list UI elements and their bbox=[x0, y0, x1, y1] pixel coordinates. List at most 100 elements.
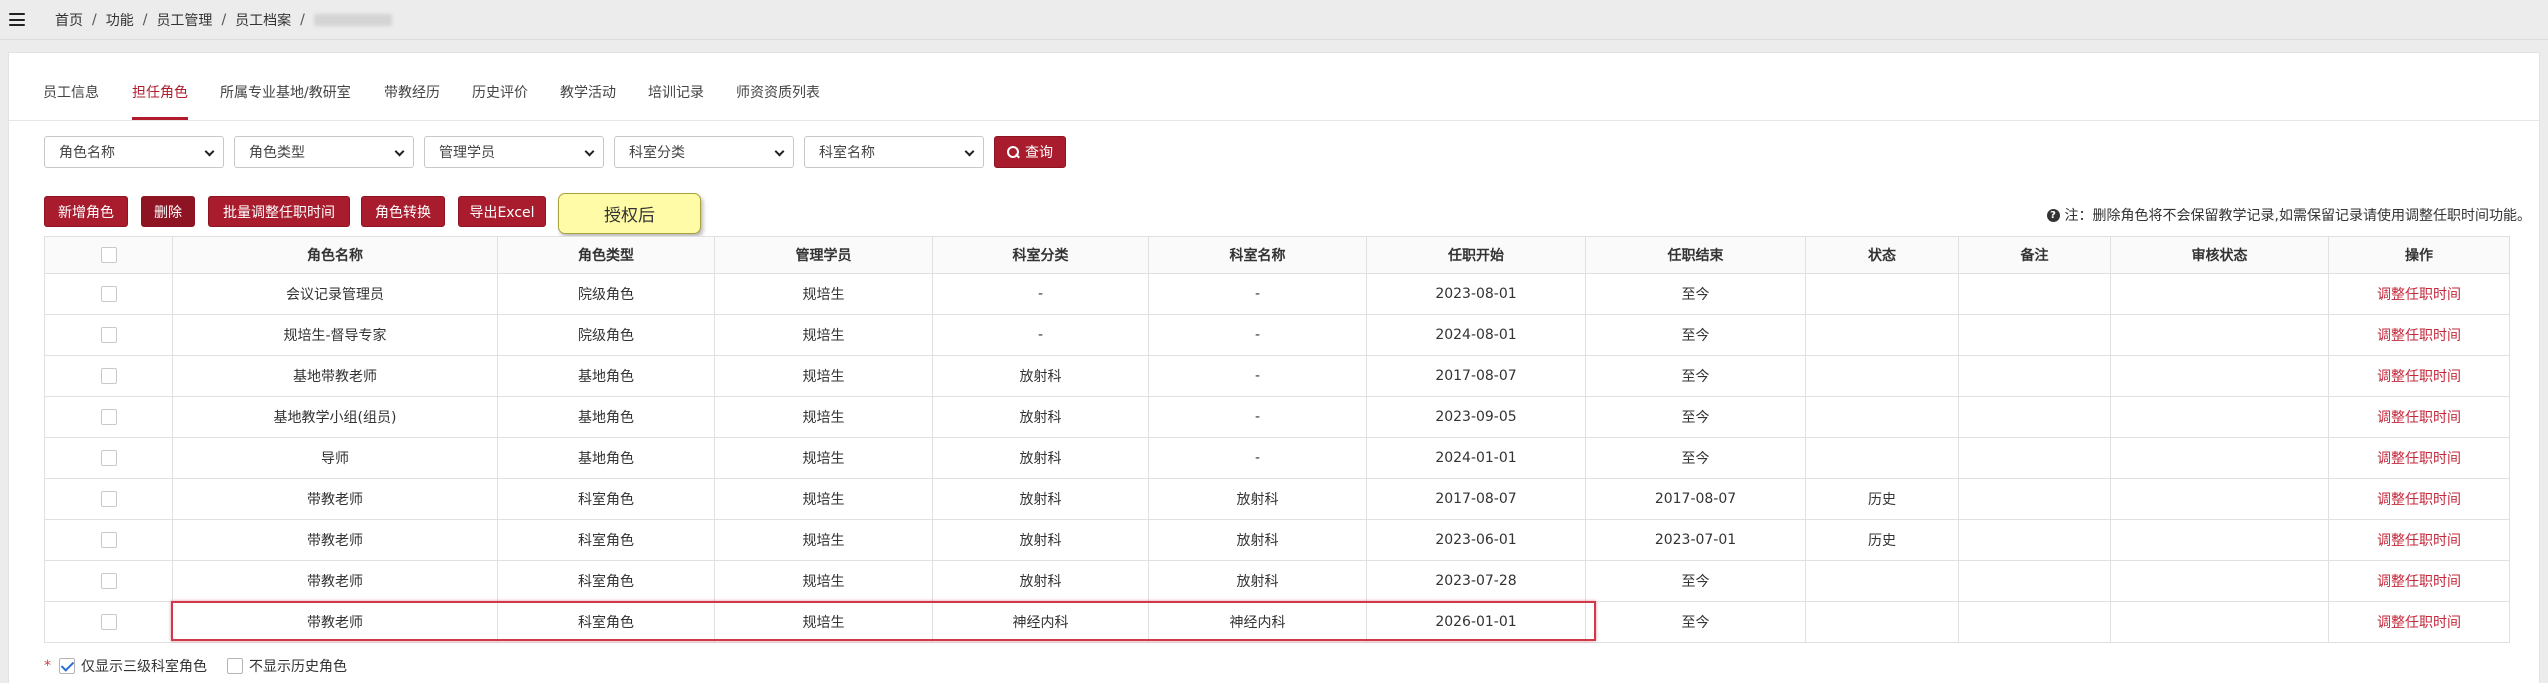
tab-training-records[interactable]: 培训记录 bbox=[648, 82, 704, 120]
cell-dept-name: 放射科 bbox=[1148, 560, 1367, 602]
footer-options: * 仅显示三级科室角色 不显示历史角色 bbox=[44, 656, 367, 676]
cell-remark bbox=[1958, 437, 2111, 479]
cell-dept-name: - bbox=[1148, 396, 1367, 438]
table-row: 基地教学小组(组员) 基地角色 规培生 放射科 -2023-09-05 至今 调整任职时间 bbox=[44, 396, 2510, 438]
cell-review-status bbox=[2110, 560, 2329, 602]
row-checkbox[interactable] bbox=[100, 409, 117, 425]
breadcrumb-employee-mgmt[interactable]: 员工管理 bbox=[156, 10, 212, 30]
row-checkbox[interactable] bbox=[100, 614, 117, 630]
adjust-tenure-link[interactable]: 调整任职时间 bbox=[2377, 492, 2461, 508]
cell-review-status bbox=[2110, 437, 2329, 479]
role-type-select[interactable]: 角色类型 bbox=[234, 136, 414, 168]
row-checkbox[interactable] bbox=[100, 286, 117, 302]
cell-status bbox=[1805, 437, 1959, 479]
cell-role-type: 科室角色 bbox=[497, 601, 715, 643]
batch-adjust-button[interactable]: 批量调整任职时间 bbox=[208, 196, 350, 227]
cell-status: 历史 bbox=[1805, 478, 1959, 520]
cell-review-status bbox=[2110, 314, 2329, 356]
cell-status bbox=[1805, 273, 1959, 315]
required-star: * bbox=[44, 658, 51, 674]
tab-base-department[interactable]: 所属专业基地/教研室 bbox=[220, 82, 351, 120]
authorized-after-button[interactable]: 授权后 bbox=[558, 193, 701, 234]
cell-managed-student: 规培生 bbox=[714, 601, 933, 643]
adjust-tenure-link[interactable]: 调整任职时间 bbox=[2377, 574, 2461, 590]
delete-button[interactable]: 删除 bbox=[141, 196, 195, 227]
tab-history-evaluation[interactable]: 历史评价 bbox=[472, 82, 528, 120]
row-select-cell bbox=[44, 437, 173, 479]
breadcrumb-separator: / bbox=[300, 11, 305, 28]
cell-end-date: 至今 bbox=[1585, 355, 1806, 397]
adjust-tenure-link[interactable]: 调整任职时间 bbox=[2377, 533, 2461, 549]
col-status: 状态 bbox=[1805, 236, 1959, 274]
breadcrumb: 首页 / 功能 / 员工管理 / 员工档案 / bbox=[55, 10, 392, 30]
cell-remark bbox=[1958, 478, 2111, 520]
managed-student-select[interactable]: 管理学员 bbox=[424, 136, 604, 168]
role-name-select[interactable]: 角色名称 bbox=[44, 136, 224, 168]
col-role-type: 角色类型 bbox=[497, 236, 715, 274]
row-checkbox[interactable] bbox=[100, 491, 117, 507]
cell-dept-category: 放射科 bbox=[932, 560, 1149, 602]
tab-employee-info[interactable]: 员工信息 bbox=[43, 82, 99, 120]
cell-end-date: 至今 bbox=[1585, 601, 1806, 643]
dept-category-select[interactable]: 科室分类 bbox=[614, 136, 794, 168]
cell-managed-student: 规培生 bbox=[714, 396, 933, 438]
row-select-cell bbox=[44, 355, 173, 397]
adjust-tenure-link[interactable]: 调整任职时间 bbox=[2377, 615, 2461, 631]
cell-start-date: 2024-08-01 bbox=[1366, 314, 1586, 356]
breadcrumb-home[interactable]: 首页 bbox=[55, 10, 83, 30]
cell-role-name: 导师 bbox=[172, 437, 498, 479]
cell-status bbox=[1805, 355, 1959, 397]
export-excel-button[interactable]: 导出Excel bbox=[458, 196, 546, 227]
adjust-tenure-link[interactable]: 调整任职时间 bbox=[2377, 410, 2461, 426]
cell-managed-student: 规培生 bbox=[714, 560, 933, 602]
cell-managed-student: 规培生 bbox=[714, 314, 933, 356]
cell-role-name: 会议记录管理员 bbox=[172, 273, 498, 315]
tab-bar: 员工信息 担任角色 所属专业基地/教研室 带教经历 历史评价 教学活动 培训记录… bbox=[9, 53, 2539, 121]
col-start-date: 任职开始 bbox=[1366, 236, 1586, 274]
operation-cell: 调整任职时间 bbox=[2328, 519, 2510, 561]
hamburger-menu-icon[interactable] bbox=[9, 13, 25, 26]
tab-teacher-qualification[interactable]: 师资资质列表 bbox=[736, 82, 820, 120]
row-checkbox[interactable] bbox=[100, 368, 117, 384]
cell-dept-name: - bbox=[1148, 273, 1367, 315]
table-row: 带教老师 科室角色 规培生 神经内科 神经内科 2026-01-01 至今 调整任职时间 bbox=[44, 601, 2510, 643]
role-convert-button[interactable]: 角色转换 bbox=[361, 196, 445, 227]
cell-end-date: 至今 bbox=[1585, 314, 1806, 356]
row-select-cell bbox=[44, 478, 173, 520]
adjust-tenure-link[interactable]: 调整任职时间 bbox=[2377, 369, 2461, 385]
dept-name-select[interactable]: 科室名称 bbox=[804, 136, 984, 168]
cell-managed-student: 规培生 bbox=[714, 355, 933, 397]
row-select-cell bbox=[44, 396, 173, 438]
cell-review-status bbox=[2110, 396, 2329, 438]
show-level3-checkbox[interactable] bbox=[59, 658, 75, 674]
row-checkbox[interactable] bbox=[100, 573, 117, 589]
tab-teaching-activities[interactable]: 教学活动 bbox=[560, 82, 616, 120]
cell-review-status bbox=[2110, 355, 2329, 397]
cell-managed-student: 规培生 bbox=[714, 519, 933, 561]
adjust-tenure-link[interactable]: 调整任职时间 bbox=[2377, 287, 2461, 303]
tab-teaching-history[interactable]: 带教经历 bbox=[384, 82, 440, 120]
tab-roles[interactable]: 担任角色 bbox=[132, 82, 188, 120]
filter-bar: 角色名称 角色类型 管理学员 科室分类 科室名称 查询 bbox=[9, 136, 2539, 168]
adjust-tenure-link[interactable]: 调整任职时间 bbox=[2377, 451, 2461, 467]
cell-role-name: 带教老师 bbox=[172, 478, 498, 520]
chevron-down-icon bbox=[394, 146, 405, 157]
col-managed-student: 管理学员 bbox=[714, 236, 933, 274]
row-checkbox[interactable] bbox=[100, 532, 117, 548]
search-button[interactable]: 查询 bbox=[994, 136, 1066, 168]
breadcrumb-function[interactable]: 功能 bbox=[106, 10, 134, 30]
add-role-button[interactable]: 新增角色 bbox=[44, 196, 128, 227]
adjust-tenure-link[interactable]: 调整任职时间 bbox=[2377, 328, 2461, 344]
row-checkbox[interactable] bbox=[100, 450, 117, 466]
row-checkbox[interactable] bbox=[100, 327, 117, 343]
cell-remark bbox=[1958, 519, 2111, 561]
select-all-checkbox[interactable] bbox=[100, 247, 117, 263]
row-select-cell bbox=[44, 314, 173, 356]
cell-dept-name: - bbox=[1148, 355, 1367, 397]
hide-history-checkbox[interactable] bbox=[227, 658, 243, 674]
row-select-cell bbox=[44, 273, 173, 315]
breadcrumb-employee-file[interactable]: 员工档案 bbox=[235, 10, 291, 30]
cell-review-status bbox=[2110, 519, 2329, 561]
cell-end-date: 至今 bbox=[1585, 273, 1806, 315]
cell-remark bbox=[1958, 314, 2111, 356]
